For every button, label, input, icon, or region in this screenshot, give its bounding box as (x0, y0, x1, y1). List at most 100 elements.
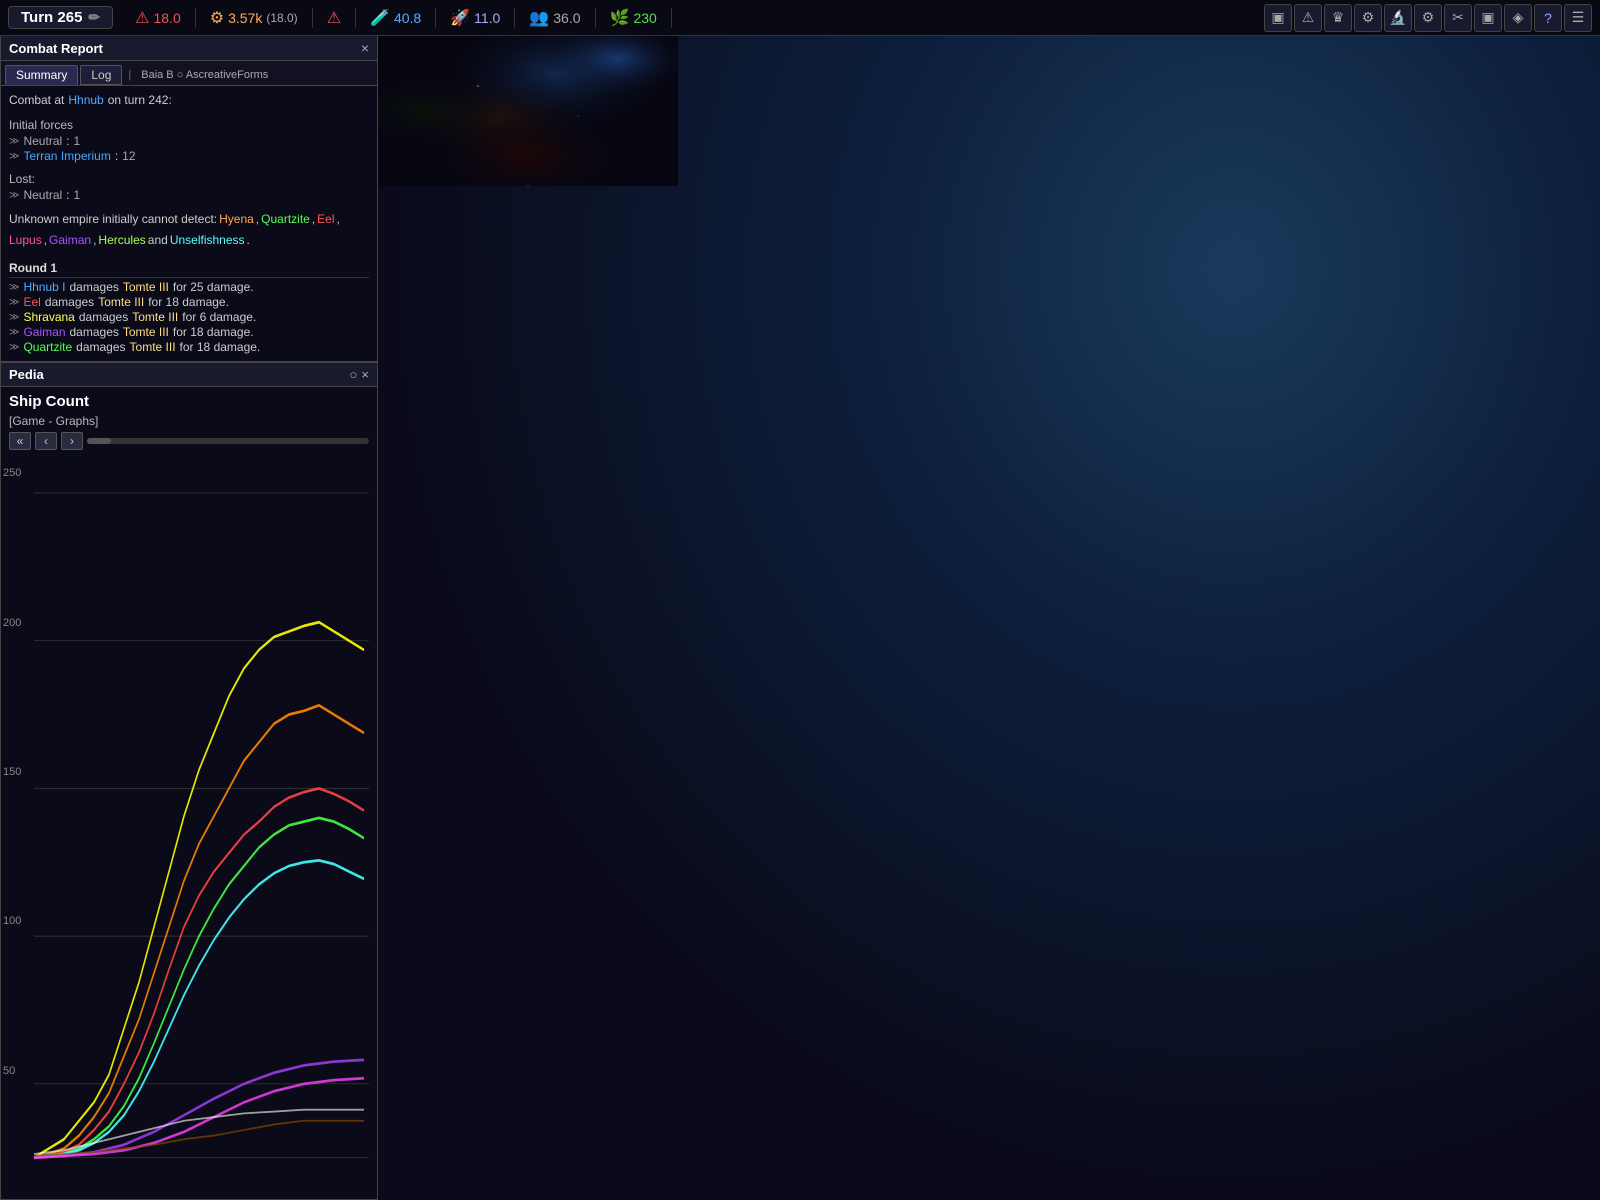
ship-count-title: Ship Count (1, 387, 377, 412)
icon-btn-scissors[interactable]: ✂ (1444, 4, 1472, 32)
stat-value-1: 18.0 (153, 10, 180, 26)
graph-slider-thumb[interactable] (87, 438, 111, 444)
event-icon-3: ≫ (9, 312, 19, 323)
icon-btn-view[interactable]: ▣ (1474, 4, 1502, 32)
sep2: , (312, 210, 315, 229)
event-verb-5: damages (76, 340, 125, 354)
force-terran: ≫ Terran Imperium : 12 (9, 149, 369, 163)
icon-btn-alert[interactable]: ⚠ (1294, 4, 1322, 32)
icon-btn-crown[interactable]: ♛ (1324, 4, 1352, 32)
event-verb-3: damages (79, 310, 128, 324)
shield-icon-3: ≫ (9, 190, 19, 201)
event-attacker-3: Shravana (23, 310, 74, 324)
pedia-title: Pedia (9, 367, 44, 382)
force-neutral: ≫ Neutral : 1 (9, 134, 369, 148)
combat-at-line: Combat at Hhnub on turn 242: (9, 93, 369, 107)
shield-icon-1: ≫ (9, 136, 19, 147)
event-target-3: Tomte III (132, 310, 178, 324)
event-attacker-2: Eel (23, 295, 40, 309)
people-icon: 👥 (529, 8, 549, 28)
map-area[interactable]: Crystous Silk β Silk γ 'kadh α Skadi β V… (378, 36, 1600, 1200)
graph-nav-next[interactable]: › (61, 432, 83, 450)
pedia-minimize-icon[interactable]: ○ (350, 367, 358, 382)
event-icon-5: ≫ (9, 342, 19, 353)
icon-btn-config[interactable]: ⚙ (1414, 4, 1442, 32)
icon-btn-lab[interactable]: 🔬 (1384, 4, 1412, 32)
icon-btn-menu[interactable]: ☰ (1564, 4, 1592, 32)
combat-report-close[interactable]: × (361, 40, 369, 56)
left-panels: Combat Report × Summary Log | Baia B ○ A… (0, 36, 378, 1200)
tab-log[interactable]: Log (80, 65, 122, 85)
top-right-icons: ▣ ⚠ ♛ ⚙ 🔬 ⚙ ✂ ▣ ◈ ? ☰ (1264, 4, 1600, 32)
lost-neutral-value: 1 (74, 188, 81, 202)
combat-report-header: Combat Report × (1, 36, 377, 61)
faction-lupus: Lupus (9, 231, 42, 250)
event-verb-2: damages (45, 295, 94, 309)
gear-icon-1: ⚙ (210, 8, 224, 28)
combat-location-label: Combat at (9, 93, 64, 107)
turn-badge[interactable]: Turn 265 ✏ (8, 6, 113, 29)
sep6: and (148, 231, 168, 250)
combat-tabs: Summary Log | Baia B ○ AscreativeForms (1, 61, 377, 86)
y-label-200: 200 (3, 617, 21, 629)
faction-hyena: Hyena (219, 210, 254, 229)
round-1-header: Round 1 (9, 261, 369, 278)
event-dmg-3: for 6 damage. (182, 310, 256, 324)
event-target-2: Tomte III (98, 295, 144, 309)
stat-value-3: 40.8 (394, 10, 421, 26)
combat-players: Baia B ○ AscreativeForms (141, 69, 268, 81)
event-verb-1: damages (70, 280, 119, 294)
icon-btn-galaxy[interactable]: ◈ (1504, 4, 1532, 32)
stat-science: 🧪 40.8 (356, 8, 436, 28)
stat-alert: ⚠ (313, 8, 356, 28)
graph-container: 250 200 150 100 50 (1, 452, 377, 1199)
icon-btn-settings[interactable]: ⚙ (1354, 4, 1382, 32)
stat-industry: 🌿 230 (596, 8, 672, 28)
stat-economy-sub: (18.0) (266, 11, 297, 25)
event-target-4: Tomte III (123, 325, 169, 339)
ship-count-graph (9, 456, 369, 1195)
tab-summary[interactable]: Summary (5, 65, 78, 85)
pedia-header-icons: ○ × (350, 367, 369, 382)
y-label-150: 150 (3, 766, 21, 778)
lost-neutral: ≫ Neutral : 1 (9, 188, 369, 202)
force-neutral-value: 1 (74, 134, 81, 148)
event-target-5: Tomte III (130, 340, 176, 354)
science-icon: 🧪 (370, 8, 390, 28)
sep3: , (337, 210, 340, 229)
shield-icon-2: ≫ (9, 151, 19, 162)
graph-nav-prev[interactable]: ‹ (35, 432, 57, 450)
graph-nav-prev-prev[interactable]: « (9, 432, 31, 450)
stat-value-6: 230 (633, 10, 656, 26)
stat-economy: ⚙ 3.57k (18.0) (196, 8, 313, 28)
force-neutral-sep: : (66, 134, 69, 148)
event-icon-1: ≫ (9, 282, 19, 293)
event-icon-2: ≫ (9, 297, 19, 308)
y-label-100: 100 (3, 915, 21, 927)
lost-neutral-label: Neutral (23, 188, 62, 202)
faction-eel: Eel (317, 210, 334, 229)
event-dmg-5: for 18 damage. (180, 340, 261, 354)
force-terran-sep: : (115, 149, 118, 163)
sep5: , (93, 231, 96, 250)
pedia-panel: Pedia ○ × Ship Count [Game - Graphs] « ‹… (0, 362, 378, 1200)
event-attacker-1: Hhnub I (23, 280, 65, 294)
stat-value-5: 36.0 (553, 10, 580, 26)
round-event-2: ≫ Eel damages Tomte III for 18 damage. (9, 295, 369, 309)
combat-scroll[interactable]: Combat at Hhnub on turn 242: Initial for… (1, 86, 377, 361)
event-attacker-5: Quartzite (23, 340, 72, 354)
icon-btn-map[interactable]: ▣ (1264, 4, 1292, 32)
graph-label: [Game - Graphs] (1, 412, 377, 430)
pedia-close-icon[interactable]: × (361, 367, 369, 382)
event-dmg-4: for 18 damage. (173, 325, 254, 339)
initial-forces-title: Initial forces (9, 118, 369, 132)
faction-gaiman: Gaiman (49, 231, 91, 250)
event-target-1: Tomte III (123, 280, 169, 294)
icon-btn-help[interactable]: ? (1534, 4, 1562, 32)
graph-slider[interactable] (87, 438, 369, 444)
combat-report-title: Combat Report (9, 41, 103, 56)
faction-hercules: Hercules (98, 231, 145, 250)
event-icon-4: ≫ (9, 327, 19, 338)
y-label-250: 250 (3, 467, 21, 479)
combat-report-panel: Combat Report × Summary Log | Baia B ○ A… (0, 36, 378, 362)
